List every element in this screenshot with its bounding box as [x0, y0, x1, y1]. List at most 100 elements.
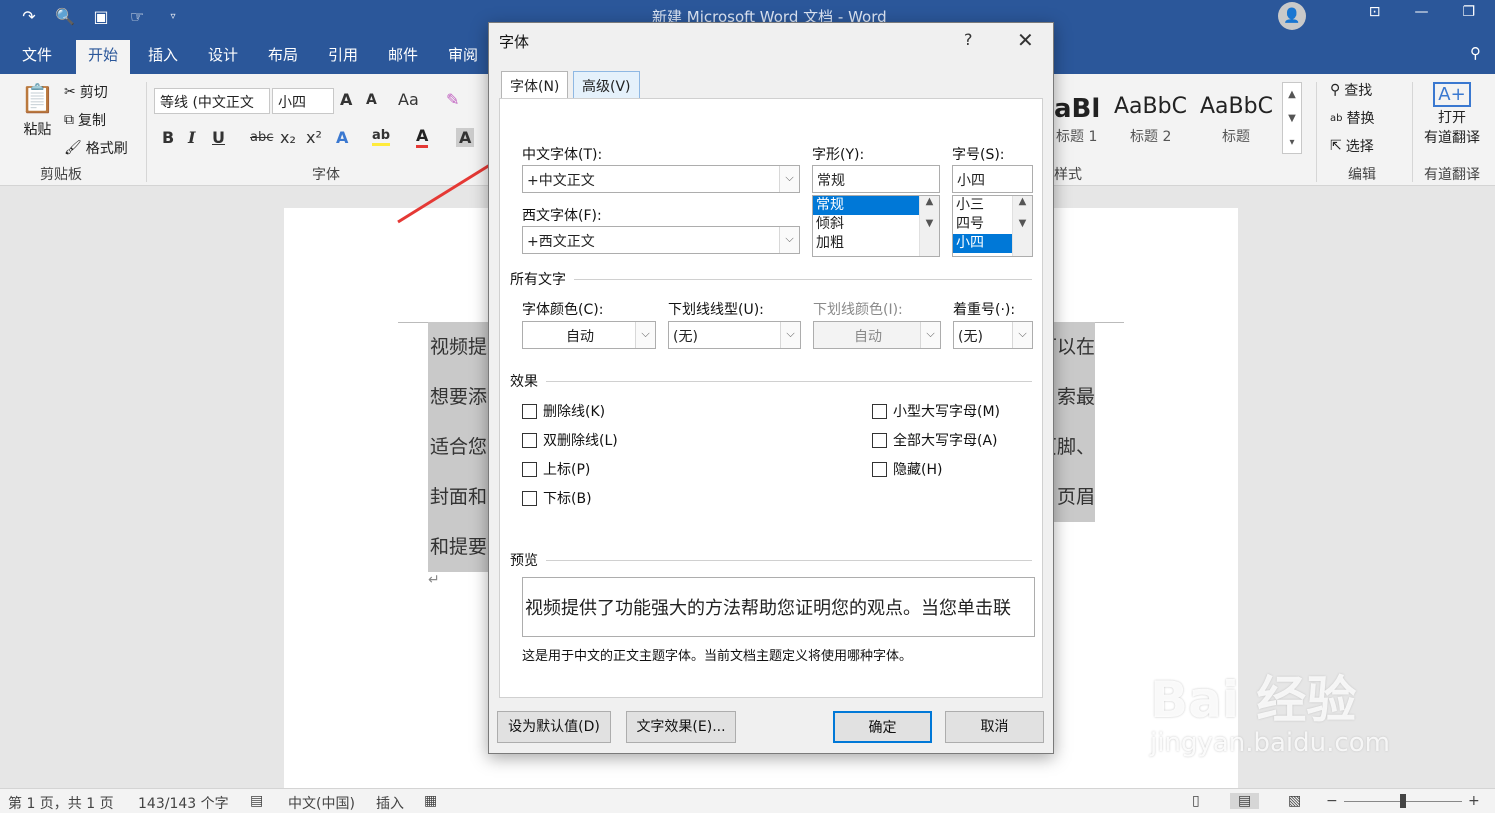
font-size-label: 字号(S): — [952, 147, 1005, 163]
print-layout-icon[interactable]: ▤ — [1230, 793, 1260, 809]
highlight-icon[interactable]: ab — [372, 128, 391, 146]
style-heading1-sample[interactable]: aBl — [1054, 94, 1100, 124]
redo-icon[interactable]: ↷ — [18, 6, 40, 28]
insert-mode[interactable]: 插入 — [376, 793, 404, 813]
cancel-button[interactable]: 取消 — [945, 711, 1044, 743]
tab-file[interactable]: 文件 — [22, 44, 52, 65]
grow-font-button[interactable]: A — [340, 90, 352, 109]
copy-button[interactable]: ⧉ 复制 — [64, 110, 106, 130]
chevron-down-icon: ⌵ — [1012, 322, 1032, 348]
small-caps-checkbox[interactable]: 小型大写字母(M) — [872, 401, 1000, 421]
font-style-input[interactable]: 常规 — [812, 165, 940, 193]
tab-design[interactable]: 设计 — [208, 44, 238, 65]
divider — [546, 381, 1032, 382]
zoom-in-icon[interactable]: + — [1468, 793, 1480, 809]
cn-font-select[interactable]: +中文正文 ⌵ — [522, 165, 800, 193]
tab-font[interactable]: 字体(N) — [501, 71, 569, 99]
tab-review[interactable]: 审阅 — [448, 44, 478, 65]
font-size-input[interactable]: 小四 — [952, 165, 1033, 193]
format-painter-button[interactable]: 🖌 格式刷 — [64, 138, 128, 158]
list-item[interactable]: 常规 — [813, 196, 919, 215]
customize-qat-icon[interactable]: ▿ — [162, 6, 184, 28]
divider — [146, 82, 147, 182]
superscript-checkbox[interactable]: 上标(P) — [522, 459, 590, 479]
text-effects-button[interactable]: 文字效果(E)... — [626, 711, 736, 743]
font-size-list[interactable]: 小三 四号 小四 ▲ ▼ — [952, 195, 1033, 257]
font-color-select[interactable]: 自动 ⌵ — [522, 321, 656, 349]
strikethrough-button[interactable]: abc — [250, 130, 273, 145]
underline-style-select[interactable]: (无) ⌵ — [668, 321, 801, 349]
close-button[interactable]: ✕ — [1017, 28, 1034, 52]
text-effects-icon[interactable]: A — [336, 128, 348, 147]
help-button[interactable]: ? — [964, 30, 973, 49]
language[interactable]: 中文(中国) — [288, 793, 355, 813]
italic-button[interactable]: I — [188, 128, 195, 147]
all-caps-checkbox[interactable]: 全部大写字母(A) — [872, 430, 998, 450]
set-default-button[interactable]: 设为默认值(D) — [497, 711, 611, 743]
save-icon[interactable]: ▣ — [90, 6, 112, 28]
read-mode-icon[interactable]: ▯ — [1192, 793, 1200, 809]
font-note: 这是用于中文的正文主题字体。当前文档主题定义将使用哪种字体。 — [522, 649, 913, 664]
underline-button[interactable]: U — [212, 128, 225, 147]
list-scrollbar[interactable]: ▲ ▼ — [919, 196, 939, 256]
font-size-select[interactable]: 小四 — [272, 88, 334, 114]
zoom-out-icon[interactable]: − — [1326, 793, 1338, 809]
strikethrough-checkbox[interactable]: 删除线(K) — [522, 401, 605, 421]
zoom-slider-thumb[interactable] — [1400, 794, 1406, 808]
superscript-button[interactable]: x² — [306, 128, 322, 147]
list-scrollbar[interactable]: ▲ ▼ — [1012, 196, 1032, 256]
list-item[interactable]: 小四 — [953, 234, 1012, 253]
tab-home[interactable]: 开始 — [76, 40, 131, 74]
style-title-name: 标题 — [1222, 129, 1250, 145]
replace-button[interactable]: ab 替换 — [1330, 108, 1374, 128]
print-preview-icon[interactable]: 🔍 — [54, 6, 76, 28]
double-strikethrough-checkbox[interactable]: 双删除线(L) — [522, 430, 618, 450]
tab-insert[interactable]: 插入 — [148, 44, 178, 65]
font-name-select[interactable]: 等线 (中文正文 — [154, 88, 270, 114]
baidu-watermark: Bai 经验 jingyan.baidu.com — [1150, 671, 1390, 758]
chevron-down-icon: ⌵ — [920, 322, 940, 348]
share-icon[interactable]: ⚲ — [1470, 44, 1481, 62]
web-layout-icon[interactable]: ▧ — [1288, 793, 1301, 809]
chevron-down-icon: ⌵ — [779, 227, 799, 253]
cut-button[interactable]: ✂ 剪切 — [64, 82, 108, 102]
subscript-checkbox[interactable]: 下标(B) — [522, 488, 592, 508]
emphasis-select[interactable]: (无) ⌵ — [953, 321, 1033, 349]
shrink-font-button[interactable]: A — [366, 92, 377, 108]
youdao-open-button[interactable]: A+ 打开 有道翻译 — [1424, 82, 1480, 147]
subscript-button[interactable]: x₂ — [280, 128, 296, 147]
user-avatar-icon[interactable]: 👤 — [1278, 2, 1306, 30]
cn-font-label: 中文字体(T): — [522, 147, 603, 163]
paste-icon: 📋 — [20, 82, 55, 115]
styles-scroll[interactable]: ▲ ▼ ▾ — [1282, 82, 1302, 154]
minimize-icon[interactable]: — — [1414, 4, 1428, 20]
style-heading2-sample[interactable]: AaBbC — [1114, 94, 1187, 119]
all-text-section: 所有文字 — [510, 272, 566, 288]
hidden-checkbox[interactable]: 隐藏(H) — [872, 459, 942, 479]
find-button[interactable]: ⚲ 查找 — [1330, 80, 1372, 100]
macro-icon[interactable]: ▦ — [424, 793, 437, 809]
tab-mailings[interactable]: 邮件 — [388, 44, 418, 65]
restore-icon[interactable]: ❐ — [1462, 4, 1475, 20]
style-title-sample[interactable]: AaBbC — [1200, 94, 1273, 119]
word-count[interactable]: 143/143 个字 — [138, 793, 229, 813]
proofing-icon[interactable]: ▤ — [250, 793, 263, 809]
underline-style-label: 下划线线型(U): — [668, 302, 764, 318]
ok-button[interactable]: 确定 — [833, 711, 932, 743]
west-font-select[interactable]: +西文正文 ⌵ — [522, 226, 800, 254]
paste-button[interactable]: 📋 粘贴 — [20, 82, 55, 139]
ribbon-display-icon[interactable]: ⊡ — [1369, 4, 1381, 20]
touch-mode-icon[interactable]: ☞ — [126, 6, 148, 28]
tab-layout[interactable]: 布局 — [268, 44, 298, 65]
font-style-list[interactable]: 常规 倾斜 加粗 ▲ ▼ — [812, 195, 940, 257]
select-button[interactable]: ⇱ 选择 — [1330, 136, 1374, 156]
window-controls: ⊡ — ❐ — [1369, 4, 1475, 20]
tab-references[interactable]: 引用 — [328, 44, 358, 65]
quick-access-toolbar: ↷ 🔍 ▣ ☞ ▿ — [18, 6, 184, 28]
page-count[interactable]: 第 1 页，共 1 页 — [8, 793, 114, 813]
bold-button[interactable]: B — [162, 128, 174, 147]
tab-advanced[interactable]: 高级(V) — [573, 71, 640, 99]
underline-color-select[interactable]: 自动 ⌵ — [813, 321, 941, 349]
font-group-label: 字体 — [312, 167, 340, 183]
editing-group-label: 编辑 — [1348, 167, 1376, 183]
